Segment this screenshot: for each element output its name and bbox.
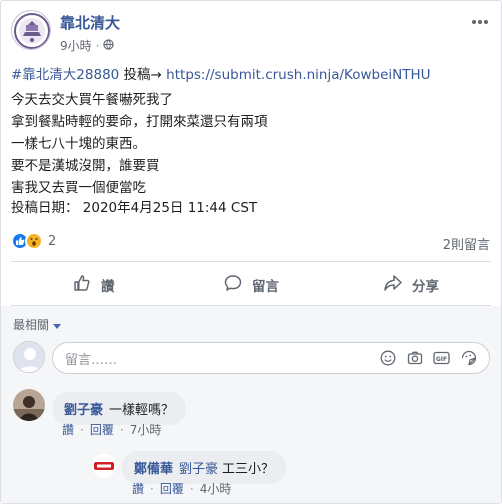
share-arrow-icon: [384, 274, 402, 296]
globe-icon: [103, 38, 115, 53]
comment-reply-link[interactable]: 回覆: [90, 421, 114, 438]
meta-separator: ·: [119, 422, 124, 437]
share-button[interactable]: 分享: [384, 272, 439, 298]
reply-like-link[interactable]: 讚: [132, 480, 144, 497]
post-line: 今天去交大買午餐嚇死我了: [11, 92, 173, 108]
comment-input[interactable]: 留言…… GIF: [52, 342, 490, 374]
comment-button[interactable]: 留言: [224, 272, 279, 298]
comment-text: 一樣輕嗎？: [109, 403, 175, 418]
sort-label: 最相關: [13, 318, 50, 332]
reaction-summary[interactable]: 2: [11, 232, 56, 250]
camera-icon[interactable]: [406, 350, 423, 367]
post-meta: 9小時 ·: [60, 37, 115, 54]
post-line: 要不是漢城沒開，誰要買: [11, 158, 160, 174]
replier-avatar[interactable]: [92, 454, 116, 478]
submit-url-link[interactable]: https://submit.crush.ninja/KowbeiNTHU: [166, 67, 430, 83]
comment-label: 留言: [252, 279, 279, 295]
sticker-icon[interactable]: [460, 350, 477, 367]
reply-author[interactable]: 鄭備華: [134, 462, 173, 477]
comment-time[interactable]: 7小時: [130, 421, 162, 438]
post-date: 投稿日期： 2020年4月25日 11:44 CST: [11, 200, 258, 216]
divider: [11, 261, 491, 262]
reply-text: 工三小？: [222, 462, 275, 477]
comment-sort-dropdown[interactable]: 最相關: [13, 316, 62, 333]
like-button[interactable]: 讚: [73, 272, 115, 298]
emoji-icon[interactable]: [379, 350, 396, 367]
submit-prefix: 投稿→: [119, 67, 167, 83]
commenter-avatar[interactable]: [13, 389, 45, 421]
user-avatar: [13, 341, 45, 373]
caret-down-icon: [53, 318, 62, 332]
reply-time[interactable]: 4小時: [200, 480, 232, 497]
comment-placeholder: 留言……: [65, 352, 118, 368]
thumbs-up-icon: [73, 274, 91, 296]
comment-author[interactable]: 劉子豪: [64, 403, 103, 418]
meta-separator: ·: [80, 422, 84, 437]
page-avatar[interactable]: [11, 10, 51, 50]
meta-separator: ·: [189, 481, 194, 496]
meta-separator: ·: [150, 481, 154, 496]
post-line: 一樣七八十塊的東西。: [11, 136, 146, 152]
composer-tools: GIF: [379, 350, 489, 367]
svg-text:GIF: GIF: [436, 356, 447, 363]
post-time[interactable]: 9小時: [60, 37, 92, 54]
wow-reaction-icon: [25, 232, 43, 250]
hashtag-link[interactable]: #靠北清大28880: [11, 67, 119, 83]
reply-mention[interactable]: 劉子豪: [179, 462, 218, 477]
post-line: 拿到餐點時輕的要命，打開來菜還只有兩項: [11, 114, 268, 130]
more-options-icon[interactable]: [470, 12, 490, 32]
comment-actions: 讚 · 回覆 · 7小時: [62, 421, 161, 438]
comment-count-link[interactable]: 2則留言: [443, 234, 490, 253]
share-label: 分享: [412, 279, 439, 295]
post-text: 今天去交大買午餐嚇死我了 拿到餐點時輕的要命，打開來菜還只有兩項 一樣七八十塊的…: [11, 89, 268, 199]
comment-bubble-icon: [224, 274, 242, 296]
comment-like-link[interactable]: 讚: [62, 421, 74, 438]
like-label: 讚: [101, 279, 115, 295]
page-name[interactable]: 靠北清大: [60, 12, 120, 33]
reply-actions: 讚 · 回覆 · 4小時: [132, 480, 231, 497]
post-hashtag-line: #靠北清大28880 投稿→ https://submit.crush.ninj…: [11, 63, 431, 83]
reply-reply-link[interactable]: 回覆: [160, 480, 184, 497]
meta-separator: ·: [95, 38, 100, 53]
gif-icon[interactable]: GIF: [433, 350, 450, 367]
reaction-count: 2: [48, 233, 57, 249]
